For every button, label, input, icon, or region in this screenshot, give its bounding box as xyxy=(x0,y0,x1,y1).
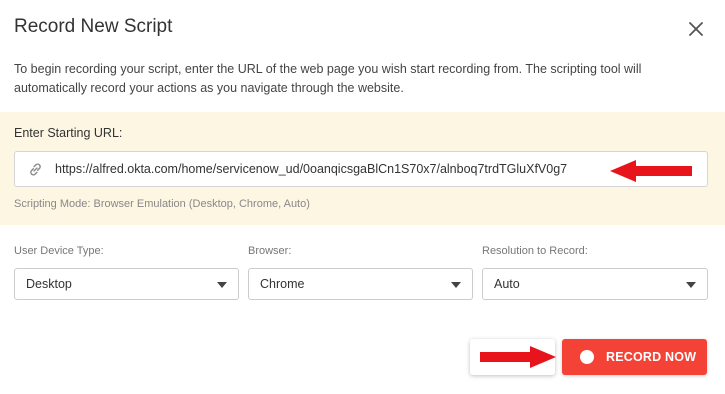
record-dot-icon xyxy=(580,350,594,364)
scripting-mode-text: Scripting Mode: Browser Emulation (Deskt… xyxy=(14,198,310,210)
link-icon xyxy=(30,163,41,176)
dialog-title: Record New Script xyxy=(14,16,173,37)
intro-text: To begin recording your script, enter th… xyxy=(14,62,642,95)
close-button[interactable] xyxy=(683,16,709,42)
browser-select[interactable]: Chrome xyxy=(248,268,473,300)
annotation-arrow-left-icon xyxy=(610,160,692,182)
record-now-label: RECORD NOW xyxy=(606,350,697,364)
chevron-down-icon xyxy=(686,282,696,288)
url-panel: Enter Starting URL: https://alfred.okta.… xyxy=(0,112,725,225)
device-type-value: Desktop xyxy=(26,277,72,291)
url-value: https://alfred.okta.com/home/servicenow_… xyxy=(55,162,568,176)
starting-url-input[interactable]: https://alfred.okta.com/home/servicenow_… xyxy=(14,151,708,187)
chevron-down-icon xyxy=(451,282,461,288)
resolution-select[interactable]: Auto xyxy=(482,268,708,300)
device-type-select[interactable]: Desktop xyxy=(14,268,239,300)
annotation-arrow-right-icon xyxy=(480,346,556,368)
chevron-down-icon xyxy=(217,282,227,288)
browser-label: Browser: xyxy=(248,245,292,257)
record-new-script-dialog: Record New Script To begin recording you… xyxy=(0,0,725,394)
resolution-label: Resolution to Record: xyxy=(482,245,588,257)
device-type-label: User Device Type: xyxy=(14,245,104,257)
browser-value: Chrome xyxy=(260,277,305,291)
url-label: Enter Starting URL: xyxy=(14,126,123,140)
close-icon xyxy=(689,22,703,36)
resolution-value: Auto xyxy=(494,277,520,291)
record-now-button[interactable]: RECORD NOW xyxy=(562,339,707,375)
